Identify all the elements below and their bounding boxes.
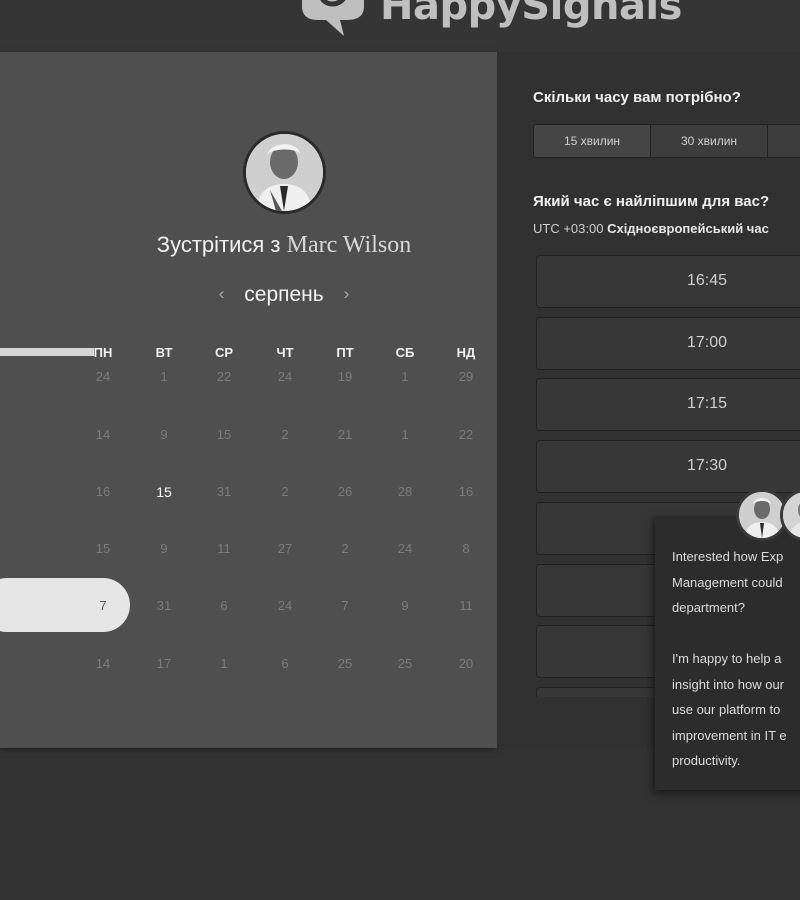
chevron-left-icon[interactable]: ‹ xyxy=(205,284,239,304)
chat-line: improvement in IT e xyxy=(672,727,787,743)
chat-popup[interactable]: Interested how Exp Management could depa… xyxy=(655,516,800,790)
brand-logo[interactable]: HappySignals xyxy=(296,0,682,36)
calendar-day: 28 xyxy=(397,484,413,499)
weekday-fri: ПТ xyxy=(336,345,354,360)
time-question: Який час є найліпшим для вас? xyxy=(533,193,770,210)
week-highlight-bar xyxy=(0,348,94,356)
calendar-day: 22 xyxy=(216,369,232,384)
calendar-day: 16 xyxy=(95,484,111,499)
calendar-day-selected[interactable]: 7 xyxy=(83,598,123,613)
calendar-day: 2 xyxy=(281,427,289,442)
chevron-right-icon[interactable]: › xyxy=(330,284,364,304)
weekday-wed: СР xyxy=(214,345,234,360)
meeting-title-prefix: Зустрітися з xyxy=(156,232,281,257)
time-slot[interactable]: 17:30 xyxy=(536,440,800,493)
calendar-day: 9 xyxy=(401,598,409,613)
calendar-day: 2 xyxy=(281,484,289,499)
person-photo-icon xyxy=(246,134,323,211)
calendar-day: 7 xyxy=(341,598,349,613)
time-slot[interactable]: 17:15 xyxy=(536,378,800,431)
calendar-day: 1 xyxy=(160,369,168,384)
calendar-day: 6 xyxy=(220,598,228,613)
calendar-day: 21 xyxy=(337,427,353,442)
chat-line: use our platform to xyxy=(672,702,781,717)
chat-line: Interested how Exp xyxy=(672,549,784,564)
top-bar: HappySignals xyxy=(0,0,800,52)
calendar-day: 24 xyxy=(95,369,111,384)
weekday-thu: ЧТ xyxy=(276,345,294,360)
person-photo-icon xyxy=(739,492,785,538)
month-navigator: ‹ серпень › xyxy=(0,283,568,307)
duration-selector: 15 хвилин 30 хвилин xyxy=(533,124,800,158)
time-slot[interactable]: 16:45 xyxy=(536,255,800,308)
calendar-day: 11 xyxy=(459,598,473,613)
calendar-day: 6 xyxy=(281,656,289,671)
calendar-day: 9 xyxy=(160,541,168,556)
calendar-day: 15 xyxy=(216,427,232,442)
speech-bubble-logo-icon xyxy=(296,0,368,36)
timezone-offset: UTC +03:00 xyxy=(533,221,604,236)
weekday-mon: ПН xyxy=(93,345,113,360)
calendar-day: 1 xyxy=(401,427,409,442)
time-slot[interactable]: 17:00 xyxy=(536,317,800,370)
calendar-day: 11 xyxy=(217,541,231,556)
calendar-day: 24 xyxy=(277,598,293,613)
timezone-label[interactable]: UTC +03:00 Східноєвропейський час xyxy=(533,221,769,236)
calendar-day: 24 xyxy=(277,369,293,384)
chat-line: Management could xyxy=(672,574,783,590)
calendar-day: 8 xyxy=(462,541,470,556)
chat-agent-avatars[interactable] xyxy=(736,489,800,541)
brand-name: HappySignals xyxy=(380,0,682,29)
weekday-tue: ВТ xyxy=(155,345,173,360)
meeting-title: Зустрітися з Marc Wilson xyxy=(0,232,568,259)
calendar-day: 1 xyxy=(401,369,409,384)
duration-question: Скільки часу вам потрібно? xyxy=(533,89,741,106)
calendar-day: 17 xyxy=(156,656,172,671)
time-slot-label: 17:30 xyxy=(686,457,728,474)
calendar-day: 14 xyxy=(95,427,111,442)
person-photo-icon xyxy=(783,492,800,538)
calendar-day: 31 xyxy=(216,484,232,499)
calendar-day: 22 xyxy=(458,427,474,442)
chat-message-intro: Interested how Exp Management could depa… xyxy=(672,544,800,621)
calendar-day-available[interactable]: 15 xyxy=(144,484,184,500)
calendar-day: 20 xyxy=(458,656,474,671)
weekday-sat: СБ xyxy=(395,345,415,360)
chat-line: insight into how our xyxy=(672,676,785,692)
weekday-sun: НД xyxy=(456,345,476,360)
calendar-day: 14 xyxy=(95,656,111,671)
calendar-day: 29 xyxy=(458,369,474,384)
timezone-name: Східноєвропейський час xyxy=(607,221,769,236)
month-label: серпень xyxy=(244,283,324,306)
chat-message-offer: I'm happy to help a insight into how our… xyxy=(672,646,800,774)
calendar-day: 26 xyxy=(337,484,353,499)
duration-option-15[interactable]: 15 хвилин xyxy=(534,125,651,157)
agent-avatar xyxy=(780,489,800,541)
calendar-day: 31 xyxy=(156,598,172,613)
calendar-day: 9 xyxy=(160,427,168,442)
calendar-day: 24 xyxy=(397,541,413,556)
time-slot-label: 17:15 xyxy=(686,395,728,412)
time-slot-label: 16:45 xyxy=(686,272,728,289)
duration-option-more[interactable] xyxy=(768,125,800,157)
chat-line: productivity. xyxy=(672,753,741,768)
chat-line: I'm happy to help a xyxy=(672,651,782,666)
time-slot-label: 17:00 xyxy=(686,334,728,351)
host-avatar xyxy=(243,131,326,214)
calendar-day: 16 xyxy=(458,484,474,499)
calendar-day: 19 xyxy=(337,369,353,384)
chat-line: department? xyxy=(672,600,745,615)
duration-option-30[interactable]: 30 хвилин xyxy=(651,125,768,157)
calendar-day: 25 xyxy=(337,656,353,671)
calendar-day: 1 xyxy=(220,656,228,671)
host-name: Marc Wilson xyxy=(286,232,412,258)
calendar-day: 15 xyxy=(95,541,111,556)
calendar-day: 27 xyxy=(277,541,293,556)
calendar-day: 25 xyxy=(397,656,413,671)
calendar-day: 2 xyxy=(341,541,349,556)
